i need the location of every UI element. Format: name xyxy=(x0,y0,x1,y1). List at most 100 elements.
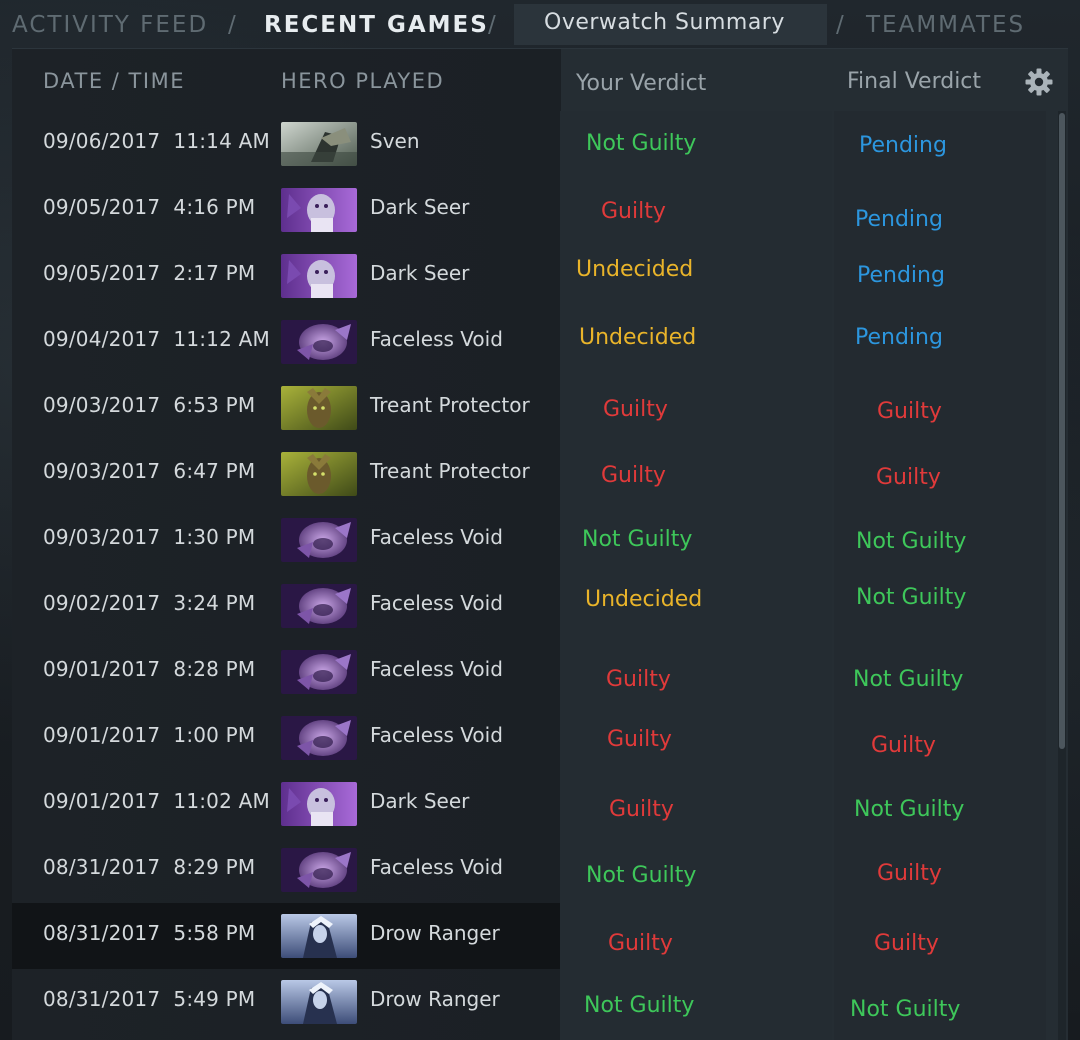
game-datetime: 08/31/2017 5:58 PM xyxy=(43,921,256,945)
table-row[interactable]: 08/31/2017 8:29 PM Faceless Void xyxy=(12,837,560,903)
your-verdict: Undecided xyxy=(576,257,694,282)
hero-name: Faceless Void xyxy=(370,327,503,351)
table-row[interactable]: 09/01/2017 11:02 AM Dark Seer xyxy=(12,771,560,837)
nav-activity-feed[interactable]: ACTIVITY FEED xyxy=(12,12,208,38)
drow-ranger-portrait xyxy=(281,914,357,958)
game-datetime: 08/31/2017 8:29 PM xyxy=(43,855,256,879)
your-verdict: Undecided xyxy=(585,587,703,612)
final-verdict: Not Guilty xyxy=(854,797,965,822)
game-datetime: 09/03/2017 1:30 PM xyxy=(43,525,256,549)
final-verdict: Guilty xyxy=(876,465,941,490)
dark-seer-portrait xyxy=(281,782,357,826)
final-verdict: Pending xyxy=(859,133,947,158)
game-datetime: 09/03/2017 6:53 PM xyxy=(43,393,256,417)
hero-name: Dark Seer xyxy=(370,789,470,813)
faceless-void-portrait xyxy=(281,716,357,760)
nav-separator: / xyxy=(228,12,238,38)
faceless-void-portrait xyxy=(281,650,357,694)
final-verdict: Not Guilty xyxy=(856,585,967,610)
drow-ranger-portrait xyxy=(281,980,357,1024)
your-verdict: Not Guilty xyxy=(582,527,693,552)
top-navigation: ACTIVITY FEED / RECENT GAMES / Overwatch… xyxy=(0,0,1080,52)
header-date-time: DATE / TIME xyxy=(43,69,185,93)
game-datetime: 08/31/2017 5:49 PM xyxy=(43,987,256,1011)
hero-name: Treant Protector xyxy=(370,393,530,417)
hero-name: Faceless Void xyxy=(370,525,503,549)
scrollbar-thumb[interactable] xyxy=(1059,113,1065,749)
your-verdict: Guilty xyxy=(607,727,672,752)
game-datetime: 09/01/2017 11:02 AM xyxy=(43,789,270,813)
table-row[interactable]: 09/03/2017 6:47 PM Treant Protector xyxy=(12,441,560,507)
faceless-void-portrait xyxy=(281,518,357,562)
hero-name: Treant Protector xyxy=(370,459,530,483)
dark-seer-portrait xyxy=(281,188,357,232)
your-verdict: Guilty xyxy=(601,463,666,488)
your-verdict-column xyxy=(560,111,832,1040)
final-verdict: Not Guilty xyxy=(856,529,967,554)
your-verdict: Undecided xyxy=(579,325,697,350)
your-verdict: Guilty xyxy=(606,667,671,692)
table-row[interactable]: 09/05/2017 2:17 PM Dark Seer xyxy=(12,243,560,309)
table-row[interactable]: 09/02/2017 3:24 PM Faceless Void xyxy=(12,573,560,639)
header-your-verdict: Your Verdict xyxy=(576,71,707,96)
final-verdict: Guilty xyxy=(877,399,942,424)
final-verdict: Not Guilty xyxy=(850,997,961,1022)
table-row[interactable]: 09/03/2017 6:53 PM Treant Protector xyxy=(12,375,560,441)
overwatch-summary-screen: ACTIVITY FEED / RECENT GAMES / Overwatch… xyxy=(0,0,1080,1040)
your-verdict: Guilty xyxy=(601,199,666,224)
game-datetime: 09/01/2017 8:28 PM xyxy=(43,657,256,681)
hero-name: Drow Ranger xyxy=(370,987,500,1011)
final-verdict: Guilty xyxy=(877,861,942,886)
table-row[interactable]: 09/01/2017 1:00 PM Faceless Void xyxy=(12,705,560,771)
table-row[interactable]: 09/01/2017 8:28 PM Faceless Void xyxy=(12,639,560,705)
final-verdict: Pending xyxy=(855,207,943,232)
game-datetime: 09/04/2017 11:12 AM xyxy=(43,327,270,351)
game-datetime: 09/06/2017 11:14 AM xyxy=(43,129,270,153)
nav-recent-games[interactable]: RECENT GAMES xyxy=(264,12,489,38)
table-row[interactable]: 08/31/2017 5:49 PM Drow Ranger xyxy=(12,969,560,1035)
faceless-void-portrait xyxy=(281,584,357,628)
table-row[interactable]: 08/31/2017 5:58 PM Drow Ranger xyxy=(12,903,560,969)
nav-separator: / xyxy=(836,12,846,38)
overwatch-summary-panel: DATE / TIME HERO PLAYED Your Verdict Fin… xyxy=(12,48,1068,1040)
table-row[interactable]: 09/03/2017 1:30 PM Faceless Void xyxy=(12,507,560,573)
hero-name: Dark Seer xyxy=(370,261,470,285)
hero-name: Sven xyxy=(370,129,420,153)
dark-seer-portrait xyxy=(281,254,357,298)
game-datetime: 09/02/2017 3:24 PM xyxy=(43,591,256,615)
game-datetime: 09/05/2017 4:16 PM xyxy=(43,195,256,219)
final-verdict: Pending xyxy=(855,325,943,350)
table-row[interactable]: 09/04/2017 11:12 AM Faceless Void xyxy=(12,309,560,375)
your-verdict: Guilty xyxy=(608,931,673,956)
header-hero-played: HERO PLAYED xyxy=(281,69,445,93)
your-verdict: Not Guilty xyxy=(586,131,697,156)
final-verdict-column xyxy=(834,111,1046,1040)
game-datetime: 09/03/2017 6:47 PM xyxy=(43,459,256,483)
treant-protector-portrait xyxy=(281,452,357,496)
hero-name: Faceless Void xyxy=(370,657,503,681)
table-row[interactable]: 09/06/2017 11:14 AM Sven xyxy=(12,111,560,177)
sven-portrait xyxy=(281,122,357,166)
hero-name: Faceless Void xyxy=(370,855,503,879)
hero-name: Drow Ranger xyxy=(370,921,500,945)
nav-teammates[interactable]: TEAMMATES xyxy=(866,12,1025,38)
nav-overwatch-summary[interactable]: Overwatch Summary xyxy=(514,4,827,45)
final-verdict: Pending xyxy=(857,263,945,288)
game-datetime: 09/05/2017 2:17 PM xyxy=(43,261,256,285)
final-verdict: Guilty xyxy=(874,931,939,956)
nav-separator: / xyxy=(488,12,498,38)
your-verdict: Not Guilty xyxy=(586,863,697,888)
hero-name: Faceless Void xyxy=(370,723,503,747)
hero-name: Faceless Void xyxy=(370,591,503,615)
table-header: DATE / TIME HERO PLAYED Your Verdict Fin… xyxy=(12,49,1068,111)
gear-icon[interactable] xyxy=(1024,67,1054,97)
your-verdict: Not Guilty xyxy=(584,993,695,1018)
final-verdict: Guilty xyxy=(871,733,936,758)
hero-name: Dark Seer xyxy=(370,195,470,219)
faceless-void-portrait xyxy=(281,848,357,892)
your-verdict: Guilty xyxy=(603,397,668,422)
your-verdict: Guilty xyxy=(609,797,674,822)
final-verdict: Not Guilty xyxy=(853,667,964,692)
treant-protector-portrait xyxy=(281,386,357,430)
table-row[interactable]: 09/05/2017 4:16 PM Dark Seer xyxy=(12,177,560,243)
